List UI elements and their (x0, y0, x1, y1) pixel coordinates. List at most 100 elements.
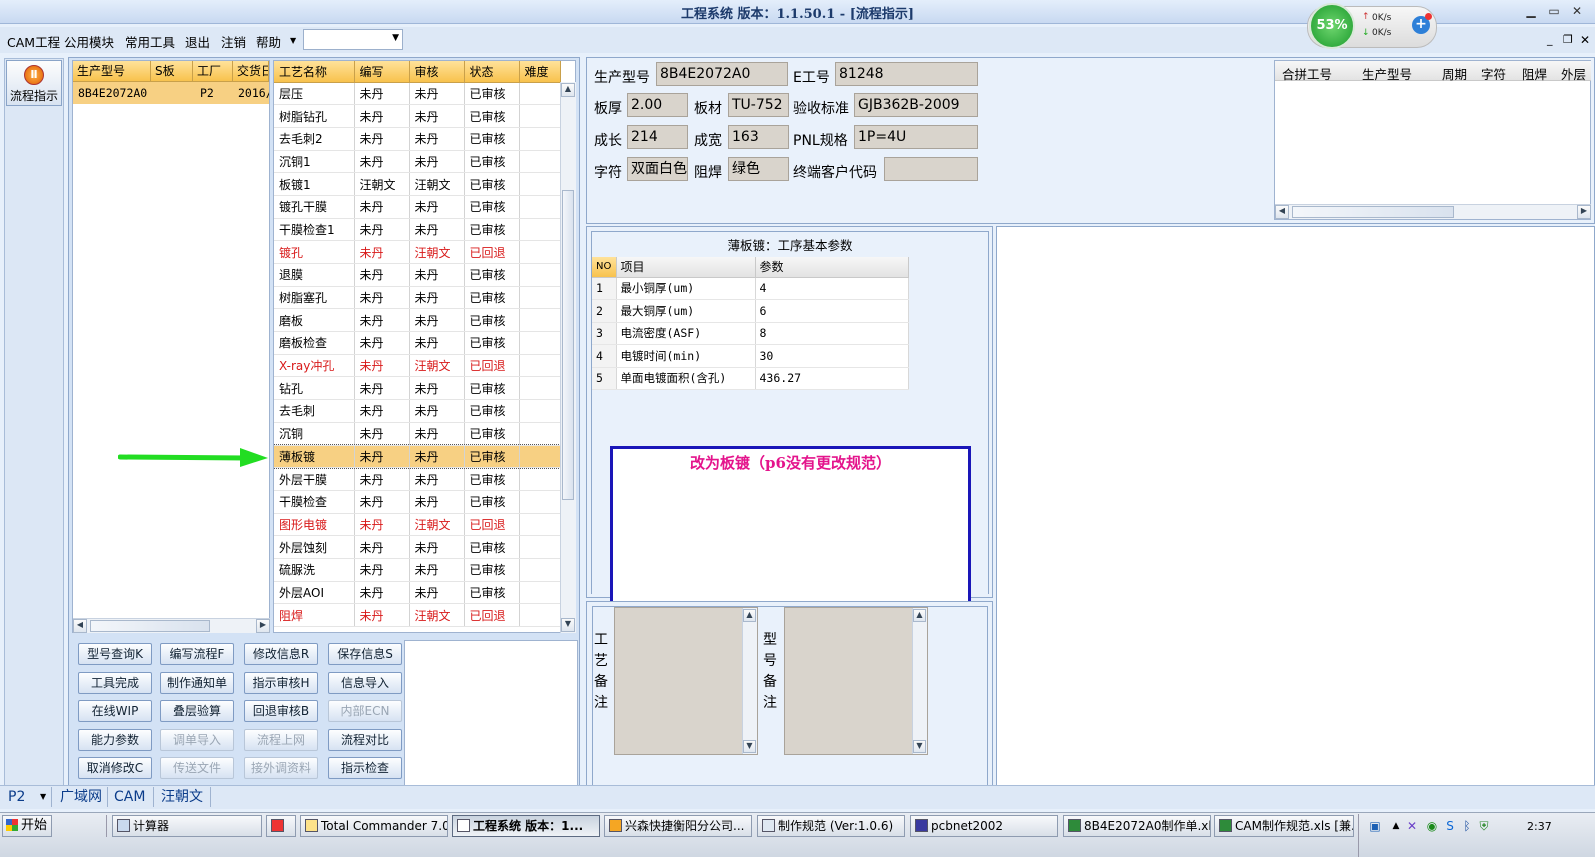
merge-col-char[interactable]: 字符 (1481, 64, 1506, 83)
e-number-field[interactable]: 81248 (835, 62, 978, 86)
mdi-restore-icon[interactable]: ❐ (1563, 33, 1573, 46)
close-icon[interactable]: ✕ (1568, 2, 1586, 20)
tray-shield-icon[interactable]: ⛨ (1477, 819, 1491, 833)
start-button[interactable]: 开始 (2, 815, 52, 837)
process-remark-textarea[interactable] (614, 607, 758, 755)
job-col-s[interactable]: S板 (151, 61, 193, 82)
process-row[interactable]: 树脂塞孔 未丹 未丹 已审核 (274, 286, 561, 310)
process-row[interactable]: 磨板检查 未丹 未丹 已审核 (274, 331, 561, 355)
process-row[interactable]: 磨板 未丹 未丹 已审核 (274, 308, 561, 333)
param-row[interactable]: 2 最大铜厚(um) 6 (592, 299, 909, 323)
action-button[interactable]: 流程上网 (244, 729, 318, 751)
proc-col-name[interactable]: 工艺名称 (274, 61, 355, 83)
proc-col-difficulty[interactable]: 难度 (519, 61, 561, 83)
process-row[interactable]: 外层干膜 未丹 未丹 已审核 (274, 467, 561, 491)
model-field[interactable]: 8B4E2072A0 (656, 62, 788, 86)
merge-scroll-right-icon[interactable]: ▶ (1577, 205, 1591, 219)
process-row[interactable]: 去毛刺 未丹 未丹 已审核 (274, 399, 561, 423)
taskbar-item[interactable]: 制作规范 (Ver:1.0.6) (757, 815, 905, 837)
process-row[interactable]: 薄板镀 未丹 未丹 已审核 (274, 444, 561, 469)
job-col-date[interactable]: 交货日 (233, 61, 269, 82)
character-field[interactable]: 双面白色 (627, 157, 688, 181)
process-row[interactable]: 外层蚀刻 未丹 未丹 已审核 (274, 535, 561, 559)
process-row[interactable]: 硫脲洗 未丹 未丹 已审核 (274, 558, 561, 582)
action-button[interactable]: 叠层验算 (160, 700, 234, 722)
merge-hscroll-thumb[interactable] (1292, 206, 1454, 218)
pnl-field[interactable]: 1P=4U (854, 125, 978, 149)
merge-col-cycle[interactable]: 周期 (1442, 64, 1467, 83)
thickness-field[interactable]: 2.00 (627, 93, 688, 117)
taskbar-item[interactable]: CAM制作规范.xls [兼... (1214, 815, 1354, 837)
scroll-right-icon[interactable]: ▶ (256, 619, 270, 633)
process-row[interactable]: 退膜 未丹 未丹 已审核 (274, 263, 561, 287)
process-table-vscroll-thumb[interactable] (562, 190, 574, 500)
job-list-hscroll-thumb[interactable] (90, 620, 210, 632)
action-button[interactable]: 传送文件 (160, 757, 234, 779)
taskbar-item[interactable]: 兴森快捷衡阳分公司... (604, 815, 752, 837)
menu-cam[interactable]: CAM工程 (7, 32, 60, 51)
process-row[interactable]: 沉铜1 未丹 未丹 已审核 (274, 150, 561, 174)
proc-col-reviewer[interactable]: 审核 (409, 61, 465, 83)
solder-mask-field[interactable]: 绿色 (728, 157, 789, 181)
process-row[interactable]: 外层AOI 未丹 未丹 已审核 (274, 581, 561, 605)
action-button[interactable]: 指示检查 (328, 757, 402, 779)
merge-col-model[interactable]: 生产型号 (1362, 64, 1412, 83)
maximize-icon[interactable]: ▭ (1545, 2, 1563, 20)
taskbar-item[interactable]: Total Commander 7.0 ... (300, 815, 448, 837)
action-button[interactable]: 指示审核H (244, 672, 318, 694)
chevron-down-icon[interactable]: ▼ (392, 33, 399, 43)
action-button[interactable]: 接外调资料 (244, 757, 318, 779)
process-row[interactable]: 板镀1 汪朝文 汪朝文 已审核 (274, 172, 561, 196)
model-remark-scroll-up-icon[interactable]: ▲ (913, 609, 926, 622)
tray-x-icon[interactable]: ✕ (1405, 819, 1419, 833)
menu-help[interactable]: 帮助 (256, 32, 281, 51)
standard-field[interactable]: GJB362B-2009 (854, 93, 978, 117)
width-field[interactable]: 163 (728, 125, 789, 149)
scroll-up-icon[interactable]: ▲ (561, 83, 575, 97)
action-button[interactable]: 制作通知单 (160, 672, 234, 694)
param-col-no[interactable]: NO (592, 257, 617, 278)
merge-col-joint[interactable]: 合拼工号 (1282, 64, 1332, 83)
action-button[interactable]: 型号查询K (78, 643, 152, 665)
merge-scroll-left-icon[interactable]: ◀ (1275, 205, 1289, 219)
param-col-value[interactable]: 参数 (755, 257, 909, 278)
scroll-down-icon[interactable]: ▼ (561, 618, 575, 632)
minimize-icon[interactable]: ▁ (1522, 2, 1540, 20)
action-button[interactable]: 工具完成 (78, 672, 152, 694)
tray-bluetooth-icon[interactable]: ᛒ (1460, 819, 1474, 833)
action-button[interactable]: 取消修改C (78, 757, 152, 779)
process-row[interactable]: 阻焊 未丹 汪朝文 已回退 (274, 603, 561, 627)
action-button[interactable]: 回退审核B (244, 700, 318, 722)
param-row[interactable]: 3 电流密度(ASF) 8 (592, 322, 909, 345)
proc-col-status[interactable]: 状态 (464, 61, 520, 83)
length-field[interactable]: 214 (627, 125, 688, 149)
menu-public-modules[interactable]: 公用模块 (64, 32, 114, 51)
action-button[interactable]: 编写流程F (160, 643, 234, 665)
process-row[interactable]: 干膜检查1 未丹 未丹 已审核 (274, 218, 561, 242)
action-button[interactable]: 内部ECN (328, 700, 402, 722)
action-button[interactable]: 信息导入 (328, 672, 402, 694)
remark-scroll-up-icon[interactable]: ▲ (743, 609, 756, 622)
process-row[interactable]: 钻孔 未丹 未丹 已审核 (274, 376, 561, 401)
param-row[interactable]: 1 最小铜厚(um) 4 (592, 277, 909, 300)
menu-logout[interactable]: 注销 (221, 32, 246, 51)
tray-expand-icon[interactable]: ▲ (1389, 819, 1403, 833)
mdi-minimize-icon[interactable]: _ (1547, 33, 1553, 46)
process-row[interactable]: 干膜检查 未丹 未丹 已审核 (274, 490, 561, 514)
tray-skype-icon[interactable]: S (1443, 819, 1457, 833)
tray-network-icon[interactable]: ◉ (1425, 819, 1439, 833)
taskbar-item[interactable]: pcbnet2002 (910, 815, 1058, 837)
param-col-item[interactable]: 项目 (616, 257, 756, 278)
proc-col-writer[interactable]: 编写 (354, 61, 410, 83)
process-row[interactable]: 镀孔干膜 未丹 未丹 已审核 (274, 195, 561, 219)
status-factory-chevron-icon[interactable]: ▼ (40, 792, 46, 801)
action-button[interactable]: 修改信息R (244, 643, 318, 665)
material-field[interactable]: TU-752 (728, 93, 789, 117)
process-row[interactable]: X-ray冲孔 未丹 汪朝文 已回退 (274, 354, 561, 378)
remark-scroll-down-icon[interactable]: ▼ (743, 740, 756, 753)
process-row[interactable]: 去毛刺2 未丹 未丹 已审核 (274, 127, 561, 151)
merge-col-mask[interactable]: 阻焊 (1522, 64, 1547, 83)
action-button[interactable]: 在线WIP (78, 700, 152, 722)
process-row[interactable]: 树脂钻孔 未丹 未丹 已审核 (274, 104, 561, 128)
model-remark-scroll-down-icon[interactable]: ▼ (913, 740, 926, 753)
